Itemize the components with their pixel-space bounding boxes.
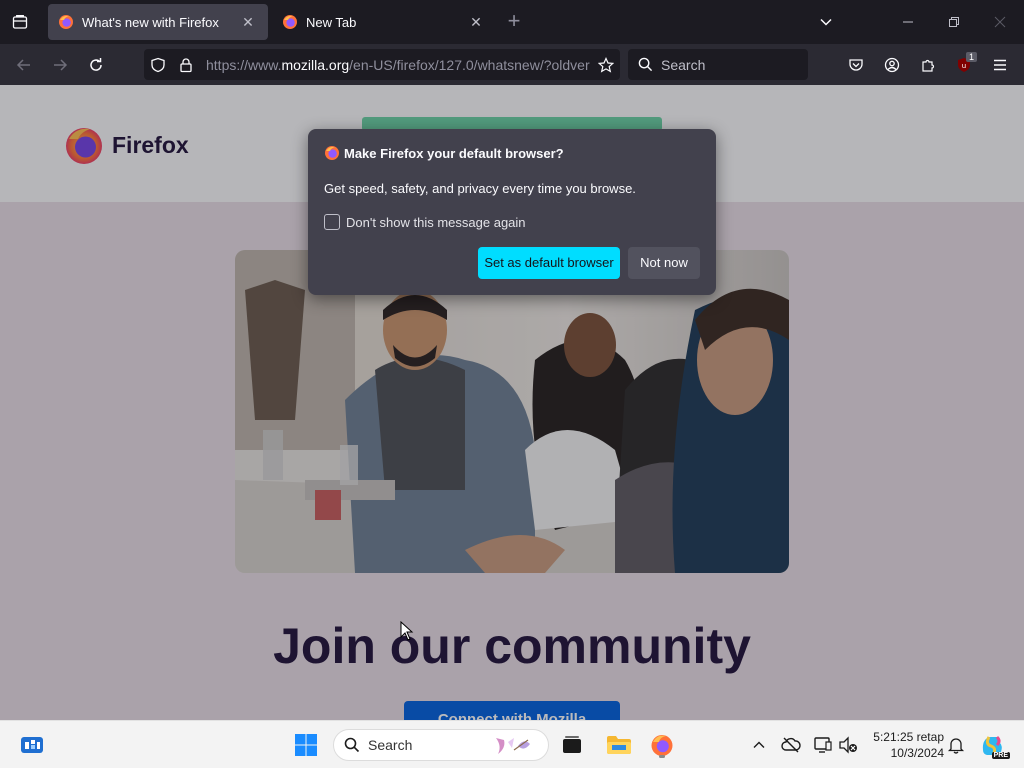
chevron-up-icon	[753, 741, 765, 748]
site-info-button[interactable]	[172, 49, 200, 80]
back-button[interactable]	[9, 50, 39, 80]
pocket-button[interactable]	[841, 50, 871, 80]
tracking-protection-button[interactable]	[144, 49, 172, 80]
restore-icon	[949, 17, 959, 27]
app-menu-button[interactable]	[985, 50, 1015, 80]
firefox-favicon-icon	[283, 15, 297, 29]
tab-new-tab[interactable]: New Tab ✕	[272, 4, 496, 40]
firefox-view-icon	[12, 15, 28, 29]
tab-strip: What's new with Firefox ✕ New Tab ✕ +	[0, 0, 1024, 44]
puzzle-icon	[922, 59, 935, 72]
minimize-button[interactable]	[886, 6, 930, 38]
search-icon	[344, 737, 360, 753]
chevron-down-icon	[820, 18, 832, 26]
show-hidden-icons-button[interactable]	[743, 729, 775, 761]
url-bar[interactable]: https://www.mozilla.org/en-US/firefox/12…	[144, 49, 620, 80]
search-placeholder: Search	[661, 56, 706, 73]
arrow-right-icon	[54, 59, 68, 71]
firefox-logo-icon	[651, 735, 673, 756]
system-clock[interactable]: 5:21:25 retap 10/3/2024	[862, 729, 944, 761]
mouse-cursor-icon	[400, 620, 414, 646]
set-default-browser-button[interactable]: Set as default browser	[478, 247, 620, 279]
firefox-taskbar-button[interactable]	[646, 729, 678, 761]
hamburger-menu-icon	[994, 59, 1006, 71]
search-bar[interactable]: Search	[628, 49, 808, 80]
url-text[interactable]: https://www.mozilla.org/en-US/firefox/12…	[200, 57, 592, 73]
shield-icon	[151, 57, 165, 72]
close-icon[interactable]: ✕	[466, 12, 486, 32]
taskbar-search-box[interactable]: Search	[333, 729, 549, 761]
minimize-icon	[903, 21, 913, 23]
search-highlight-icon	[496, 738, 530, 754]
tab-whats-new[interactable]: What's new with Firefox ✕	[48, 4, 268, 40]
list-all-tabs-button[interactable]	[814, 10, 838, 34]
search-icon	[638, 57, 653, 72]
account-button[interactable]	[877, 50, 907, 80]
checkbox-label: Don't show this message again	[346, 214, 526, 230]
dont-show-again-option[interactable]: Don't show this message again	[324, 214, 526, 230]
url-prefix: https://www.	[206, 56, 282, 73]
dialog-message: Get speed, safety, and privacy every tim…	[324, 181, 636, 196]
star-icon	[598, 56, 614, 73]
tab-title: What's new with Firefox	[82, 14, 219, 30]
close-icon	[994, 16, 1006, 28]
dialog-header: Make Firefox your default browser?	[324, 145, 564, 161]
start-button[interactable]	[290, 729, 322, 761]
reload-button[interactable]	[81, 50, 111, 80]
widgets-icon	[21, 737, 43, 753]
firefox-favicon-icon	[59, 15, 73, 29]
clock-time: 5:21:25 retap	[873, 730, 944, 744]
widgets-button[interactable]	[16, 729, 48, 761]
file-explorer-button[interactable]	[603, 729, 635, 761]
copilot-pre-badge: PRE	[991, 752, 1010, 759]
not-now-button[interactable]: Not now	[628, 247, 700, 279]
task-view-button[interactable]	[556, 729, 588, 761]
lock-icon	[180, 57, 192, 72]
pocket-icon	[849, 59, 863, 71]
forward-button[interactable]	[45, 50, 75, 80]
running-indicator	[659, 755, 665, 758]
extensions-button[interactable]	[913, 50, 943, 80]
url-path: /en-US/firefox/127.0/whatsnew/?oldver	[349, 56, 590, 73]
arrow-left-icon	[16, 59, 30, 71]
default-browser-dialog: Make Firefox your default browser? Get s…	[308, 129, 716, 295]
navigation-toolbar: https://www.mozilla.org/en-US/firefox/12…	[0, 44, 1024, 85]
firefox-view-button[interactable]	[6, 8, 34, 36]
firefox-logo-icon	[325, 146, 339, 160]
onedrive-tray-button[interactable]	[775, 729, 807, 761]
restore-button[interactable]	[932, 6, 976, 38]
bell-icon	[947, 738, 965, 754]
cloud-off-icon	[781, 737, 801, 753]
notifications-button[interactable]	[940, 729, 972, 761]
monitor-icon	[814, 737, 832, 753]
account-icon	[884, 57, 900, 73]
ublock-extension-button[interactable]: u 1	[949, 50, 979, 80]
speaker-muted-icon	[839, 736, 857, 754]
reload-icon	[90, 58, 102, 71]
windows-taskbar: Search 5:21:25 retap 10/3/2024 PRE	[0, 720, 1024, 768]
task-view-icon	[563, 736, 581, 753]
extension-badge: 1	[965, 52, 977, 62]
folder-icon	[607, 736, 631, 754]
copilot-button[interactable]: PRE	[976, 729, 1010, 761]
windows-logo-icon	[295, 734, 317, 756]
svg-text:u: u	[962, 62, 966, 70]
url-domain: mozilla.org	[281, 56, 350, 73]
close-icon[interactable]: ✕	[238, 12, 258, 32]
close-window-button[interactable]	[978, 6, 1022, 38]
tab-title: New Tab	[306, 14, 357, 30]
bookmark-star-button[interactable]	[592, 49, 620, 80]
clock-date: 10/3/2024	[890, 746, 944, 760]
volume-tray-button[interactable]	[832, 729, 864, 761]
dialog-title: Make Firefox your default browser?	[344, 145, 564, 161]
taskbar-search-placeholder: Search	[368, 737, 413, 753]
dont-show-again-checkbox[interactable]	[324, 214, 340, 230]
new-tab-button[interactable]: +	[502, 10, 526, 34]
